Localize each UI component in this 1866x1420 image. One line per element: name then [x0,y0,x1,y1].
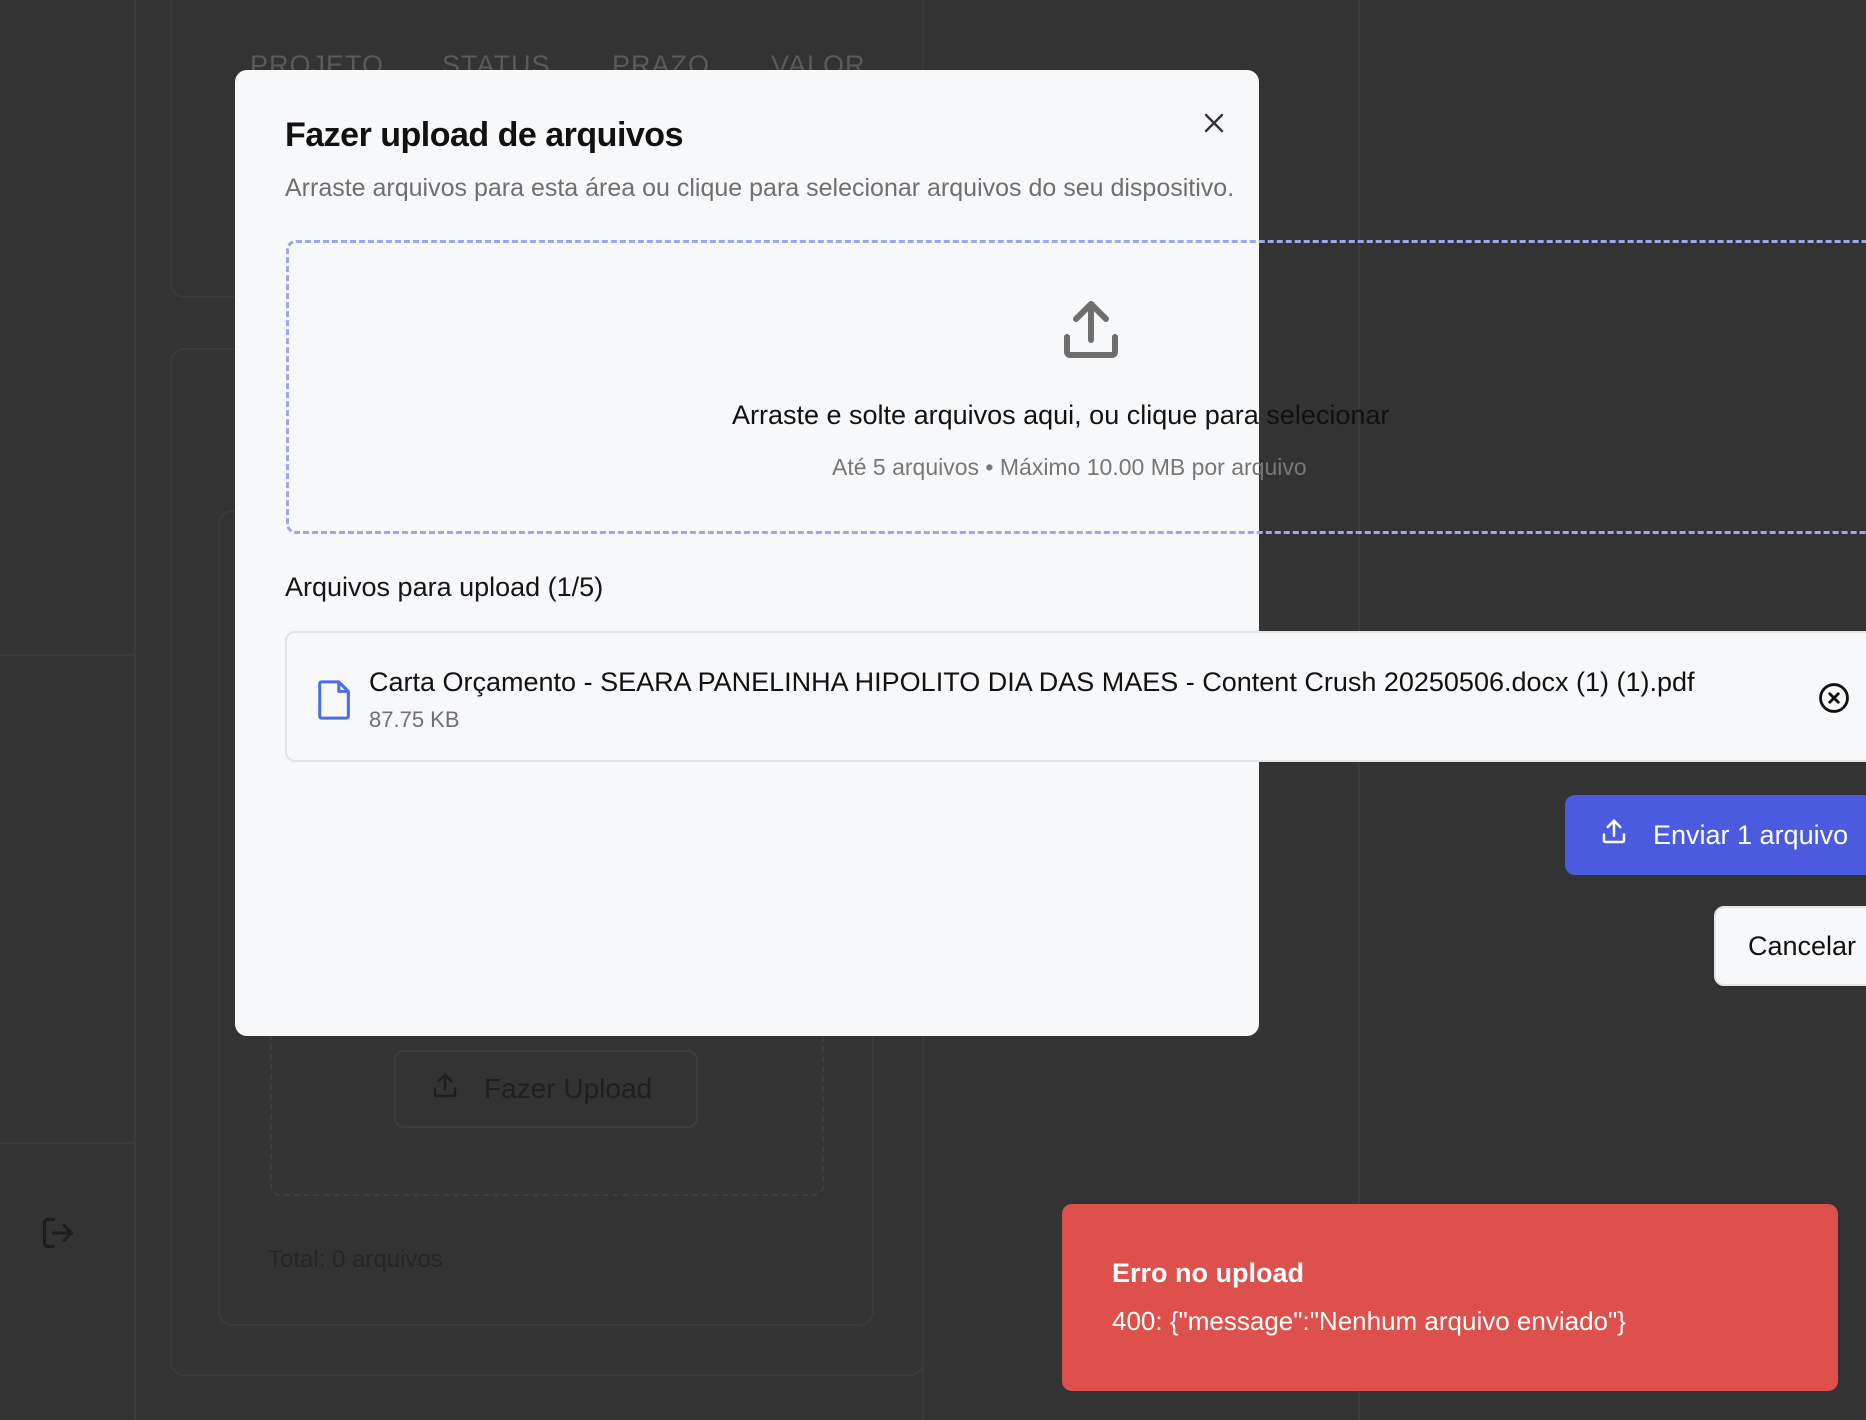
sidebar-separator [0,1142,134,1144]
dropzone[interactable] [286,240,1866,534]
sidebar-divider [134,0,136,1420]
upload-icon [1055,295,1127,372]
send-files-button[interactable]: Enviar 1 arquivo [1565,795,1866,875]
modal-subtitle: Arraste arquivos para esta área ou cliqu… [285,174,1235,202]
modal-title: Fazer upload de arquivos [285,116,683,154]
sidebar-separator [0,654,134,656]
remove-file-icon [1819,683,1849,713]
file-name: Carta Orçamento - SEARA PANELINHA HIPOLI… [369,667,1695,697]
dropzone-hint-text: Até 5 arquivos • Máximo 10.00 MB por arq… [832,454,1307,480]
upload-modal: Fazer upload de arquivos Arraste arquivo… [235,70,1259,1036]
file-list-item: Carta Orçamento - SEARA PANELINHA HIPOLI… [285,631,1866,762]
close-icon [1204,113,1224,133]
background-upload-label: Fazer Upload [484,1073,653,1104]
logout-icon [40,1215,76,1256]
cancel-button[interactable]: Cancelar [1714,906,1866,986]
cancel-label: Cancelar [1748,930,1857,961]
close-button[interactable] [1195,104,1233,142]
upload-icon [430,1071,460,1108]
dropzone-main-text: Arraste e solte arquivos aqui, ou clique… [732,400,1390,430]
error-toast: Erro no upload 400: {"message":"Nenhum a… [1062,1204,1838,1391]
upload-icon [1599,817,1629,854]
file-size: 87.75 KB [369,707,460,732]
file-icon [317,679,353,726]
toast-title: Erro no upload [1112,1258,1304,1288]
toast-message: 400: {"message":"Nenhum arquivo enviado"… [1112,1306,1626,1336]
files-heading: Arquivos para upload (1/5) [285,572,604,602]
send-files-label: Enviar 1 arquivo [1653,819,1849,850]
remove-file-button[interactable] [1817,681,1851,715]
background-upload-button: Fazer Upload [394,1050,698,1128]
background-total: Total: 0 arquivos [268,1246,443,1273]
